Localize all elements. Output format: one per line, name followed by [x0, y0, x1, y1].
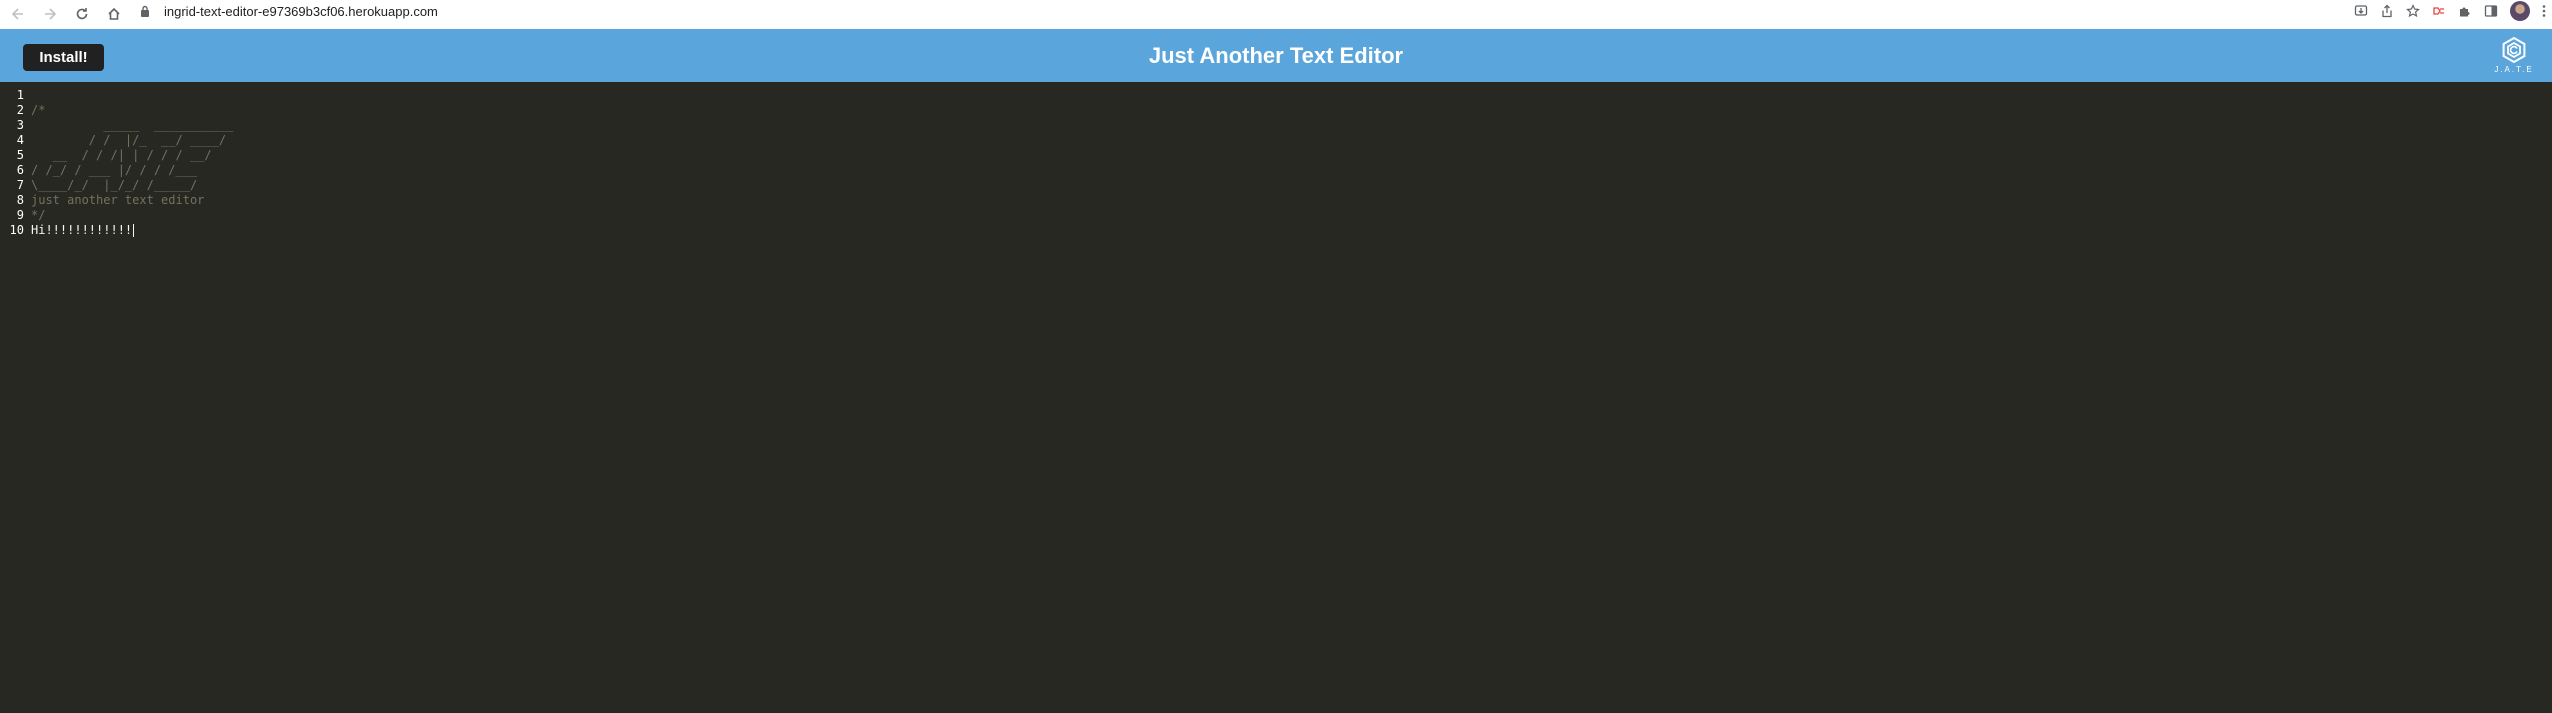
line-number: 2 — [16, 103, 24, 117]
address-bar[interactable]: ingrid-text-editor-e97369b3cf06.herokuap… — [140, 0, 438, 22]
text-cursor — [133, 224, 135, 237]
editor-line[interactable]: 4 / / |/_ __/ ____/ — [0, 133, 2552, 148]
line-content: \____/_/ |_/_/ /_____/ — [31, 178, 198, 192]
line-text[interactable]: Hi!!!!!!!!!!!! — [31, 223, 135, 238]
home-icon[interactable] — [104, 4, 124, 24]
app-title: Just Another Text Editor — [1148, 43, 1404, 68]
bookmark-star-icon[interactable] — [2400, 0, 2426, 22]
line-number: 5 — [16, 148, 24, 162]
line-number: 8 — [16, 193, 24, 207]
line-text[interactable]: __ / / /| | / / / __/ — [31, 148, 212, 163]
editor-line[interactable]: 9 */ — [0, 208, 2552, 223]
editor-line[interactable]: 5 __ / / /| | / / / __/ — [0, 148, 2552, 163]
browser-toolbar: ingrid-text-editor-e97369b3cf06.herokuap… — [0, 0, 2552, 30]
back-arrow-icon[interactable] — [8, 4, 28, 24]
line-content: _____ ___________ — [31, 118, 234, 132]
extension-red-icon[interactable] — [2426, 0, 2452, 22]
editor-line[interactable]: 3 _____ ___________ — [0, 118, 2552, 133]
editor-line[interactable]: 1 — [0, 88, 2552, 103]
editor-line[interactable]: 2 /* — [0, 103, 2552, 118]
line-content: / / |/_ __/ ____/ — [31, 133, 227, 147]
jate-logo: J.A.T.E — [2492, 36, 2536, 78]
line-content: just another text editor — [31, 193, 205, 207]
line-number: 3 — [16, 118, 24, 132]
forward-arrow-icon[interactable] — [40, 4, 60, 24]
line-number: 9 — [16, 208, 24, 222]
line-content: */ — [31, 208, 46, 222]
line-content: /* — [31, 103, 46, 117]
line-number: 7 — [16, 178, 24, 192]
install-app-icon[interactable] — [2348, 0, 2374, 22]
hexagon-logo-icon — [2502, 36, 2526, 64]
browser-actions — [2348, 0, 2552, 22]
line-content: __ / / /| | / / / __/ — [31, 148, 212, 162]
line-number: 6 — [16, 163, 24, 177]
line-content: Hi!!!!!!!!!!!! — [31, 223, 133, 237]
logo-text: J.A.T.E — [2494, 65, 2534, 74]
editor-line[interactable]: 8 just another text editor — [0, 193, 2552, 208]
app-header: Install! Just Another Text Editor J.A.T.… — [0, 29, 2552, 82]
share-icon[interactable] — [2374, 0, 2400, 22]
line-text[interactable]: \____/_/ |_/_/ /_____/ — [31, 178, 197, 193]
extensions-puzzle-icon[interactable] — [2452, 0, 2478, 22]
editor-line[interactable]: 7 \____/_/ |_/_/ /_____/ — [0, 178, 2552, 193]
line-number: 1 — [16, 88, 24, 102]
line-text[interactable]: /* — [31, 103, 45, 118]
code-editor[interactable]: 1 2/* 3 _____ ___________ 4 / / |/_ __/ ___… — [0, 82, 2552, 713]
lock-icon — [140, 4, 154, 18]
line-text[interactable]: / / |/_ __/ ____/ — [31, 133, 226, 148]
line-number: 10 — [9, 223, 24, 237]
line-text[interactable]: / /_/ / ___ |/ / / /___ — [31, 163, 197, 178]
side-panel-icon[interactable] — [2478, 0, 2504, 22]
line-number: 4 — [16, 133, 24, 147]
line-text[interactable]: _____ ___________ — [31, 118, 233, 133]
line-text[interactable]: */ — [31, 208, 45, 223]
url-text: ingrid-text-editor-e97369b3cf06.herokuap… — [164, 3, 438, 19]
editor-line[interactable]: 6 / /_/ / ___ |/ / / /___ — [0, 163, 2552, 178]
reload-icon[interactable] — [72, 4, 92, 24]
editor-line[interactable]: 10 Hi!!!!!!!!!!!! — [0, 223, 2552, 238]
line-content: / /_/ / ___ |/ / / /___ — [31, 163, 198, 177]
line-text[interactable]: just another text editor — [31, 193, 204, 208]
menu-kebab-icon[interactable] — [2536, 0, 2552, 22]
profile-avatar[interactable] — [2510, 1, 2530, 21]
